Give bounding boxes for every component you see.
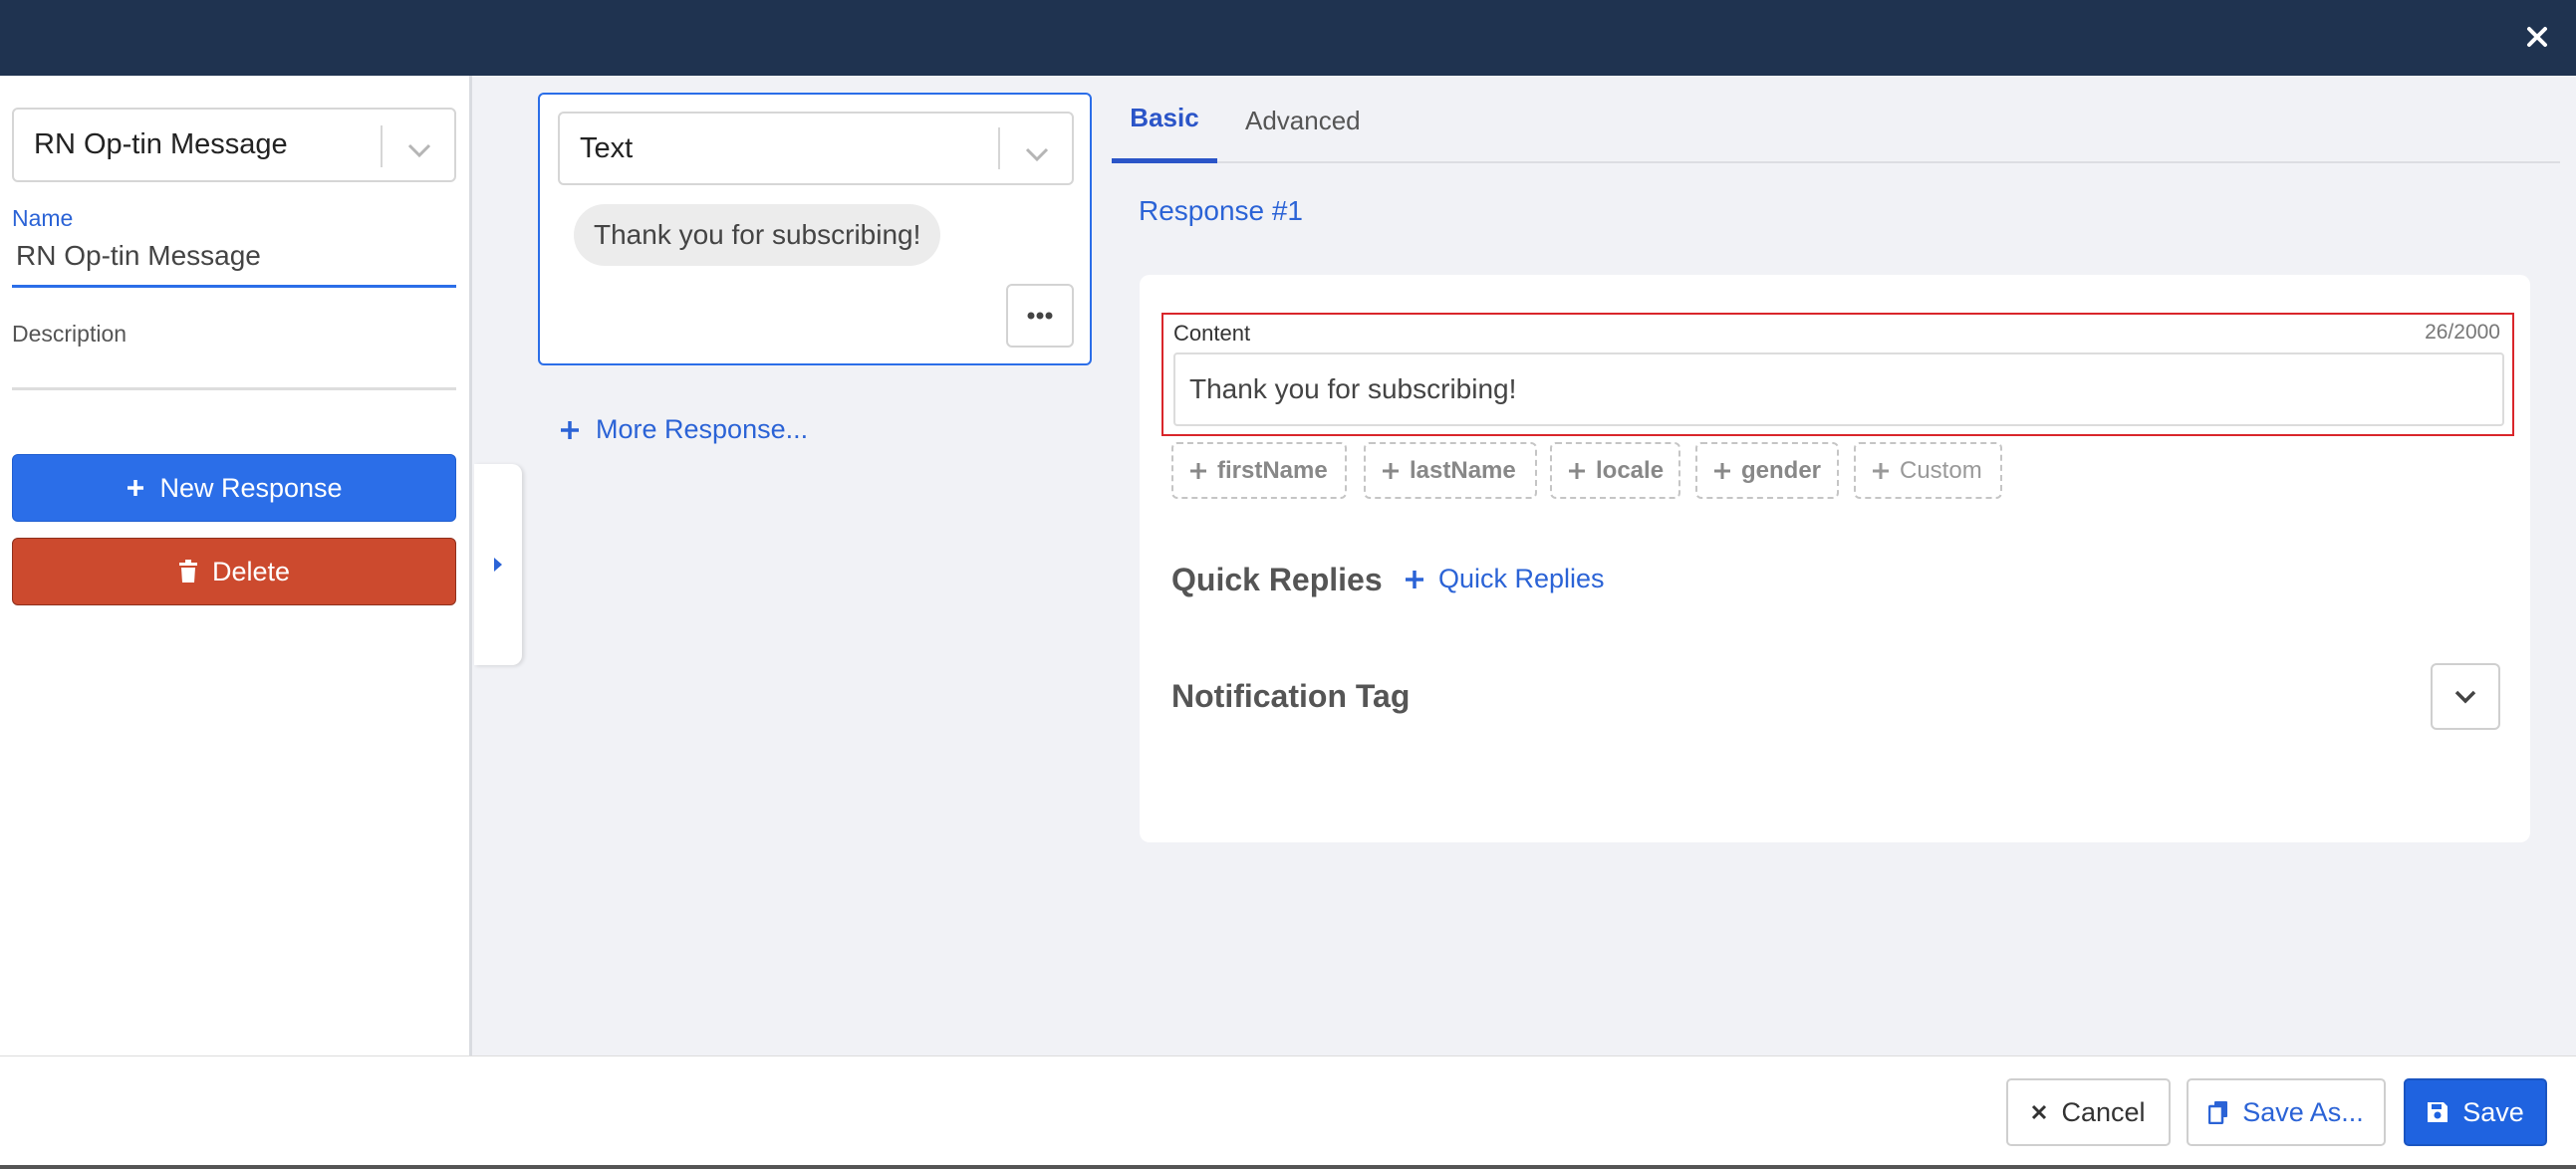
description-field[interactable] [12, 358, 456, 390]
chip-firstname[interactable]: firstName [1171, 442, 1347, 499]
select-divider [381, 125, 383, 167]
response-type-value: Text [580, 131, 634, 164]
add-quick-replies-link[interactable]: Quick Replies [1405, 564, 1605, 594]
plus-icon [1714, 462, 1730, 479]
name-field[interactable]: RN Op-tin Message [12, 240, 456, 288]
cancel-button[interactable]: Cancel [2006, 1078, 2171, 1146]
plus-icon [128, 480, 144, 496]
trash-icon [178, 560, 197, 583]
content-input[interactable]: Thank you for subscribing! [1173, 352, 2504, 426]
copy-icon [2208, 1101, 2228, 1124]
chip-label: Custom [1900, 456, 1982, 484]
close-icon [2032, 1104, 2047, 1120]
notification-tag-toggle[interactable] [2431, 663, 2500, 730]
chip-lastname[interactable]: lastName [1364, 442, 1537, 499]
more-response-link[interactable]: More Response... [560, 414, 808, 445]
new-response-button[interactable]: New Response [12, 454, 456, 522]
add-quick-replies-label: Quick Replies [1438, 564, 1605, 593]
left-panel: RN Op-tin Message Name RN Op-tin Message… [0, 76, 472, 1055]
name-label: Name [12, 205, 74, 231]
plus-icon [1873, 462, 1889, 479]
response-card[interactable]: Text Thank you for subscribing! [538, 93, 1092, 365]
chip-locale[interactable]: locale [1550, 442, 1680, 499]
save-as-label: Save As... [2242, 1096, 2364, 1127]
floppy-disk-icon [2428, 1102, 2448, 1122]
panel-toggle-handle[interactable] [474, 464, 522, 665]
plus-icon [1190, 462, 1206, 479]
message-select-value: RN Op-tin Message [34, 128, 288, 160]
chevron-down-icon[interactable] [1024, 137, 1050, 170]
chip-label: locale [1596, 456, 1665, 484]
plus-icon [1406, 570, 1423, 588]
editor-tabs: Basic Advanced [1112, 78, 2560, 163]
plus-icon [561, 420, 579, 439]
chip-label: lastName [1410, 456, 1516, 484]
response-editor-panel: Content 26/2000 Thank you for subscribin… [1140, 275, 2530, 842]
response-type-select[interactable]: Text [558, 112, 1074, 185]
select-divider [998, 127, 1000, 169]
new-response-label: New Response [159, 472, 343, 503]
save-as-button[interactable]: Save As... [2187, 1078, 2386, 1146]
response-title: Response #1 [1139, 195, 1304, 226]
modal-header [0, 0, 2576, 76]
content-label: Content [1173, 321, 1251, 346]
tab-basic[interactable]: Basic [1112, 78, 1217, 163]
tab-advanced[interactable]: Advanced [1245, 78, 1361, 163]
quick-replies-title: Quick Replies [1171, 562, 1383, 597]
message-preview-bubble: Thank you for subscribing! [574, 204, 941, 266]
ellipsis-icon [1027, 312, 1053, 320]
chip-label: firstName [1217, 456, 1328, 484]
delete-button[interactable]: Delete [12, 538, 456, 605]
content-field-group: Content 26/2000 Thank you for subscribin… [1161, 313, 2514, 436]
chip-custom[interactable]: Custom [1854, 442, 2002, 499]
chevron-down-icon[interactable] [406, 133, 432, 166]
chip-label: gender [1741, 456, 1822, 484]
save-button[interactable]: Save [2404, 1078, 2547, 1146]
notification-tag-title: Notification Tag [1171, 678, 1411, 714]
cancel-label: Cancel [2061, 1096, 2146, 1127]
more-options-button[interactable] [1006, 284, 1074, 348]
bottom-border [0, 1165, 2576, 1169]
message-select[interactable]: RN Op-tin Message [12, 108, 456, 182]
caret-right-icon [494, 558, 502, 572]
plus-icon [1383, 462, 1399, 479]
chip-gender[interactable]: gender [1695, 442, 1839, 499]
plus-icon [1569, 462, 1585, 479]
delete-label: Delete [211, 556, 291, 586]
more-response-label: More Response... [596, 414, 809, 444]
modal-footer: Cancel Save As... Save [0, 1055, 2576, 1169]
chevron-down-icon [2454, 690, 2476, 703]
content-char-count: 26/2000 [2425, 321, 2500, 344]
close-icon[interactable] [2514, 14, 2560, 60]
description-label: Description [12, 321, 128, 347]
save-label: Save [2462, 1096, 2524, 1127]
